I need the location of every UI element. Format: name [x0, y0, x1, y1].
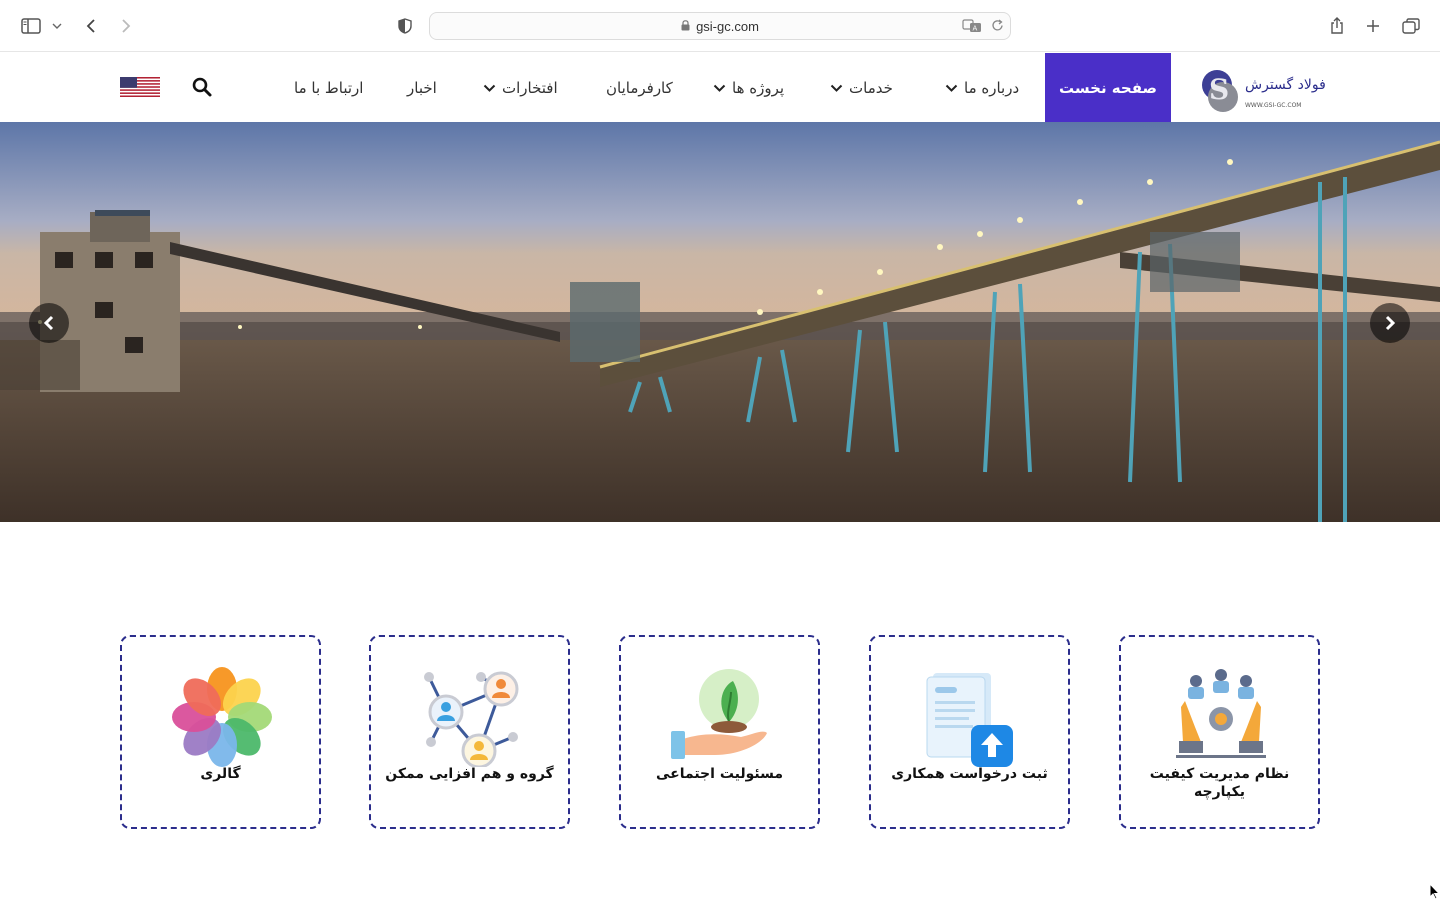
shield-icon[interactable]	[394, 12, 416, 40]
search-icon[interactable]	[191, 76, 213, 98]
logo-name: صنایع فولاد گسترش	[1245, 76, 1325, 93]
nav-item-clients[interactable]: کارفرمایان	[606, 53, 673, 122]
new-tab-icon[interactable]	[1362, 12, 1384, 40]
nav-item-label: پروژه ها	[732, 78, 785, 97]
slider-prev-button[interactable]	[29, 303, 69, 343]
chevron-down-icon	[945, 84, 958, 92]
svg-text:A: A	[973, 25, 978, 33]
social-responsibility-icon	[671, 667, 771, 767]
card-quality-management[interactable]: نظام مدیریت کیفیت یکپارچه	[1119, 635, 1320, 829]
back-button[interactable]	[80, 12, 102, 40]
nav-item-news[interactable]: اخبار	[407, 53, 437, 122]
slider-next-button[interactable]	[1370, 303, 1410, 343]
card-label: گروه و هم افزایی ممکن	[385, 766, 554, 782]
forward-button[interactable]	[115, 12, 137, 40]
english-flag-icon[interactable]	[120, 77, 160, 97]
nav-item-about[interactable]: درباره ما	[945, 53, 1019, 122]
card-label: نظام مدیریت کیفیت یکپارچه	[1149, 766, 1290, 800]
gallery-icon	[172, 667, 272, 767]
card-group-synergy[interactable]: گروه و هم افزایی ممکن	[369, 635, 570, 829]
group-synergy-icon	[421, 667, 521, 769]
card-social-responsibility[interactable]: مسئولیت اجتماعی	[619, 635, 820, 829]
nav-item-label: ارتباط با ما	[294, 78, 364, 97]
chevron-down-icon	[483, 84, 496, 92]
nav-item-honors[interactable]: افتخارات	[483, 53, 558, 122]
logo-mark-text: S	[1209, 73, 1229, 106]
card-gallery[interactable]: گالری	[120, 635, 321, 829]
reload-icon[interactable]	[991, 19, 1004, 35]
address-bar[interactable]: gsi-gc.com A	[429, 12, 1011, 40]
sidebar-toggle-icon[interactable]	[18, 12, 44, 40]
card-cooperation-request[interactable]: ثبت درخواست همکاری	[869, 635, 1070, 829]
nav-item-label: خدمات	[849, 78, 893, 97]
nav-item-services[interactable]: خدمات	[830, 53, 893, 122]
chevron-down-icon	[830, 84, 843, 92]
chevron-down-icon[interactable]	[50, 12, 64, 40]
nav-item-projects[interactable]: پروژه ها	[713, 53, 784, 122]
nav-item-label: کارفرمایان	[606, 78, 673, 97]
nav-item-label: اخبار	[407, 78, 437, 97]
browser-toolbar: gsi-gc.com A	[0, 0, 1440, 52]
card-label: مسئولیت اجتماعی	[655, 766, 784, 782]
nav-item-label: افتخارات	[502, 78, 558, 97]
card-label: ثبت درخواست همکاری	[891, 766, 1048, 782]
cooperation-request-icon	[921, 667, 1021, 767]
tabs-overview-icon[interactable]	[1400, 12, 1422, 40]
nav-home-button[interactable]: صفحه نخست	[1045, 53, 1171, 122]
hero-image	[0, 122, 1440, 522]
hero-slider	[0, 122, 1440, 522]
translate-icon[interactable]: A	[962, 19, 982, 36]
site-logo[interactable]: S صنایع فولاد گسترش WWW.GSI-GC.COM	[1190, 53, 1330, 122]
card-label: گالری	[200, 766, 241, 782]
nav-item-label: درباره ما	[964, 78, 1020, 97]
chevron-down-icon	[713, 84, 726, 92]
logo-website: WWW.GSI-GC.COM	[1245, 102, 1301, 109]
quality-management-icon	[1171, 667, 1271, 767]
mouse-cursor	[1429, 882, 1440, 900]
site-navbar: S صنایع فولاد گسترش WWW.GSI-GC.COM صفحه …	[0, 53, 1440, 122]
url-text: gsi-gc.com	[696, 18, 759, 34]
nav-item-contact[interactable]: ارتباط با ما	[294, 53, 363, 122]
lock-icon	[681, 19, 690, 34]
share-icon[interactable]	[1326, 12, 1348, 40]
